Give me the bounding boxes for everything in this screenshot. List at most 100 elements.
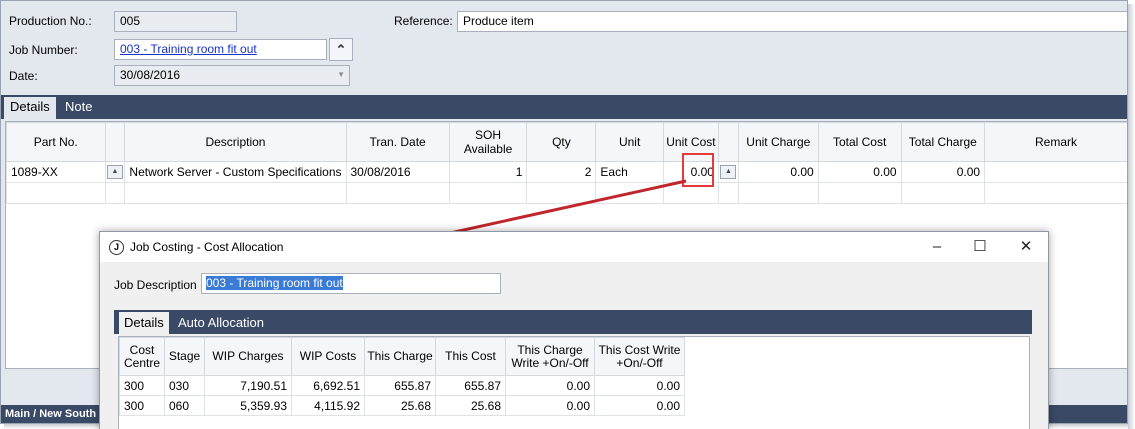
col-total-charge[interactable]: Total Charge — [900, 122, 986, 162]
col-unit-charge[interactable]: Unit Charge — [737, 122, 819, 162]
empty-cell[interactable] — [448, 182, 528, 204]
cell-wip-charges[interactable]: 7,190.51 — [204, 375, 292, 396]
cost-allocation-button-icon[interactable]: ▲ — [720, 165, 737, 180]
date-value: 30/08/2016 — [120, 68, 181, 82]
tab-details[interactable]: Details — [4, 97, 56, 119]
cell-unit-charge[interactable]: 0.00 — [737, 161, 819, 183]
empty-cell[interactable] — [737, 182, 819, 204]
col-remark[interactable]: Remark — [984, 122, 1127, 162]
empty-cell[interactable] — [345, 182, 450, 204]
dialog-title: Job Costing - Cost Allocation — [130, 240, 284, 254]
table-row[interactable]: 300 060 5,359.93 4,115.92 25.68 25.68 0.… — [119, 395, 685, 416]
job-description-field[interactable]: 003 - Training room fit out — [201, 273, 501, 294]
date-label: Date: — [9, 69, 38, 83]
dialog-tab-auto-allocation[interactable]: Auto Allocation — [173, 312, 269, 334]
empty-cell[interactable] — [717, 182, 739, 204]
tab-details-label: Details — [10, 99, 50, 114]
cell-this-charge[interactable]: 655.87 — [364, 375, 436, 396]
cell-wip-charges[interactable]: 5,359.93 — [204, 395, 292, 416]
date-field[interactable]: 30/08/2016 ▼ — [114, 65, 350, 86]
job-number-field[interactable]: 003 - Training room fit out — [114, 39, 327, 60]
cell-this-charge-write[interactable]: 0.00 — [505, 375, 595, 396]
dialog-tab-auto-allocation-label: Auto Allocation — [178, 315, 265, 330]
dialog-tab-details[interactable]: Details — [119, 312, 169, 334]
col-wip-costs[interactable]: WIP Costs — [291, 337, 365, 376]
cell-this-charge-write[interactable]: 0.00 — [505, 395, 595, 416]
empty-cell[interactable] — [104, 182, 126, 204]
col-qty[interactable]: Qty — [526, 122, 597, 162]
cell-wip-costs[interactable]: 4,115.92 — [291, 395, 365, 416]
col-cost-centre[interactable]: Cost Centre — [119, 337, 165, 376]
cell-cost-allocation[interactable]: ▲ — [717, 161, 739, 183]
col-unit[interactable]: Unit — [595, 122, 664, 162]
col-this-cost-write[interactable]: This Cost Write +On/-Off — [594, 337, 685, 376]
dialog-titlebar[interactable]: J Job Costing - Cost Allocation – ☐ ✕ — [100, 232, 1048, 262]
cell-wip-costs[interactable]: 6,692.51 — [291, 375, 365, 396]
table-row[interactable]: 1089-XX ▲ Network Server - Custom Specif… — [6, 161, 1127, 183]
empty-cell[interactable] — [124, 182, 347, 204]
job-number-link[interactable]: 003 - Training room fit out — [120, 42, 257, 56]
empty-cell[interactable] — [984, 182, 1127, 204]
cell-tran-date[interactable]: 30/08/2016 — [345, 161, 450, 183]
dropdown-arrow-icon[interactable]: ▼ — [337, 70, 345, 79]
cell-total-cost[interactable]: 0.00 — [817, 161, 902, 183]
allocation-header-row: Cost Centre Stage WIP Charges WIP Costs … — [119, 337, 685, 376]
cell-cost-centre[interactable]: 300 — [119, 375, 165, 396]
cell-cost-centre[interactable]: 300 — [119, 395, 165, 416]
col-part-no[interactable]: Part No. — [6, 122, 106, 162]
cell-this-cost[interactable]: 25.68 — [435, 395, 506, 416]
cell-description[interactable]: Network Server - Custom Specifications — [124, 161, 347, 183]
cell-remark[interactable] — [984, 161, 1127, 183]
col-soh-available[interactable]: SOH Available — [448, 122, 528, 162]
cell-this-cost-write[interactable]: 0.00 — [594, 395, 685, 416]
col-cost-allocation[interactable] — [717, 122, 739, 162]
empty-cell[interactable] — [595, 182, 664, 204]
chevron-up-icon: ⌃ — [335, 42, 347, 57]
triangle-up-icon[interactable]: ▲ — [106, 165, 123, 180]
empty-cell[interactable] — [526, 182, 597, 204]
col-total-cost[interactable]: Total Cost — [817, 122, 902, 162]
table-row-empty[interactable] — [6, 182, 1127, 204]
maximize-icon[interactable]: ☐ — [969, 236, 991, 258]
grid-header-row: Part No. Description Tran. Date SOH Avai… — [6, 122, 1127, 162]
cell-this-cost[interactable]: 655.87 — [435, 375, 506, 396]
cell-this-cost-write[interactable]: 0.00 — [594, 375, 685, 396]
reference-field[interactable]: Produce item — [457, 11, 1127, 32]
cell-soh[interactable]: 1 — [448, 161, 528, 183]
col-this-cost[interactable]: This Cost — [435, 337, 506, 376]
col-wip-charges[interactable]: WIP Charges — [204, 337, 292, 376]
allocation-table: Cost Centre Stage WIP Charges WIP Costs … — [119, 337, 685, 416]
app-j-icon-letter: J — [113, 242, 119, 252]
empty-cell[interactable] — [6, 182, 106, 204]
cell-stage[interactable]: 060 — [164, 395, 205, 416]
header-panel: Production No.: 005 Job Number: 003 - Tr… — [1, 1, 1127, 95]
col-this-charge-write[interactable]: This Charge Write +On/-Off — [505, 337, 595, 376]
table-row[interactable]: 300 030 7,190.51 6,692.51 655.87 655.87 … — [119, 375, 685, 396]
close-icon[interactable]: ✕ — [1015, 236, 1037, 258]
col-description[interactable]: Description — [124, 122, 347, 162]
tab-note[interactable]: Note — [59, 97, 98, 119]
col-this-charge[interactable]: This Charge — [364, 337, 436, 376]
cost-allocation-dialog: J Job Costing - Cost Allocation – ☐ ✕ Jo… — [99, 231, 1049, 429]
cell-part-lookup[interactable]: ▲ — [104, 161, 126, 183]
empty-cell[interactable] — [817, 182, 902, 204]
dialog-tab-details-label: Details — [124, 315, 164, 330]
cell-part-no[interactable]: 1089-XX — [6, 161, 106, 183]
col-stage[interactable]: Stage — [164, 337, 205, 376]
col-part-lookup[interactable] — [104, 122, 126, 162]
cell-qty[interactable]: 2 — [526, 161, 597, 183]
frame-shadow — [1128, 4, 1135, 429]
cell-unit[interactable]: Each — [595, 161, 664, 183]
main-tab-bar: Details Note — [1, 95, 1127, 119]
cell-stage[interactable]: 030 — [164, 375, 205, 396]
col-tran-date[interactable]: Tran. Date — [345, 122, 450, 162]
cell-total-charge[interactable]: 0.00 — [900, 161, 986, 183]
tab-note-label: Note — [65, 99, 93, 114]
job-description-label: Job Description — [114, 278, 197, 292]
collapse-button[interactable]: ⌃ — [329, 38, 353, 61]
empty-cell[interactable] — [900, 182, 986, 204]
reference-value: Produce item — [463, 14, 534, 28]
minimize-icon[interactable]: – — [926, 236, 948, 258]
bottom-nav-text: Main / New South — [5, 408, 97, 420]
cell-this-charge[interactable]: 25.68 — [364, 395, 436, 416]
